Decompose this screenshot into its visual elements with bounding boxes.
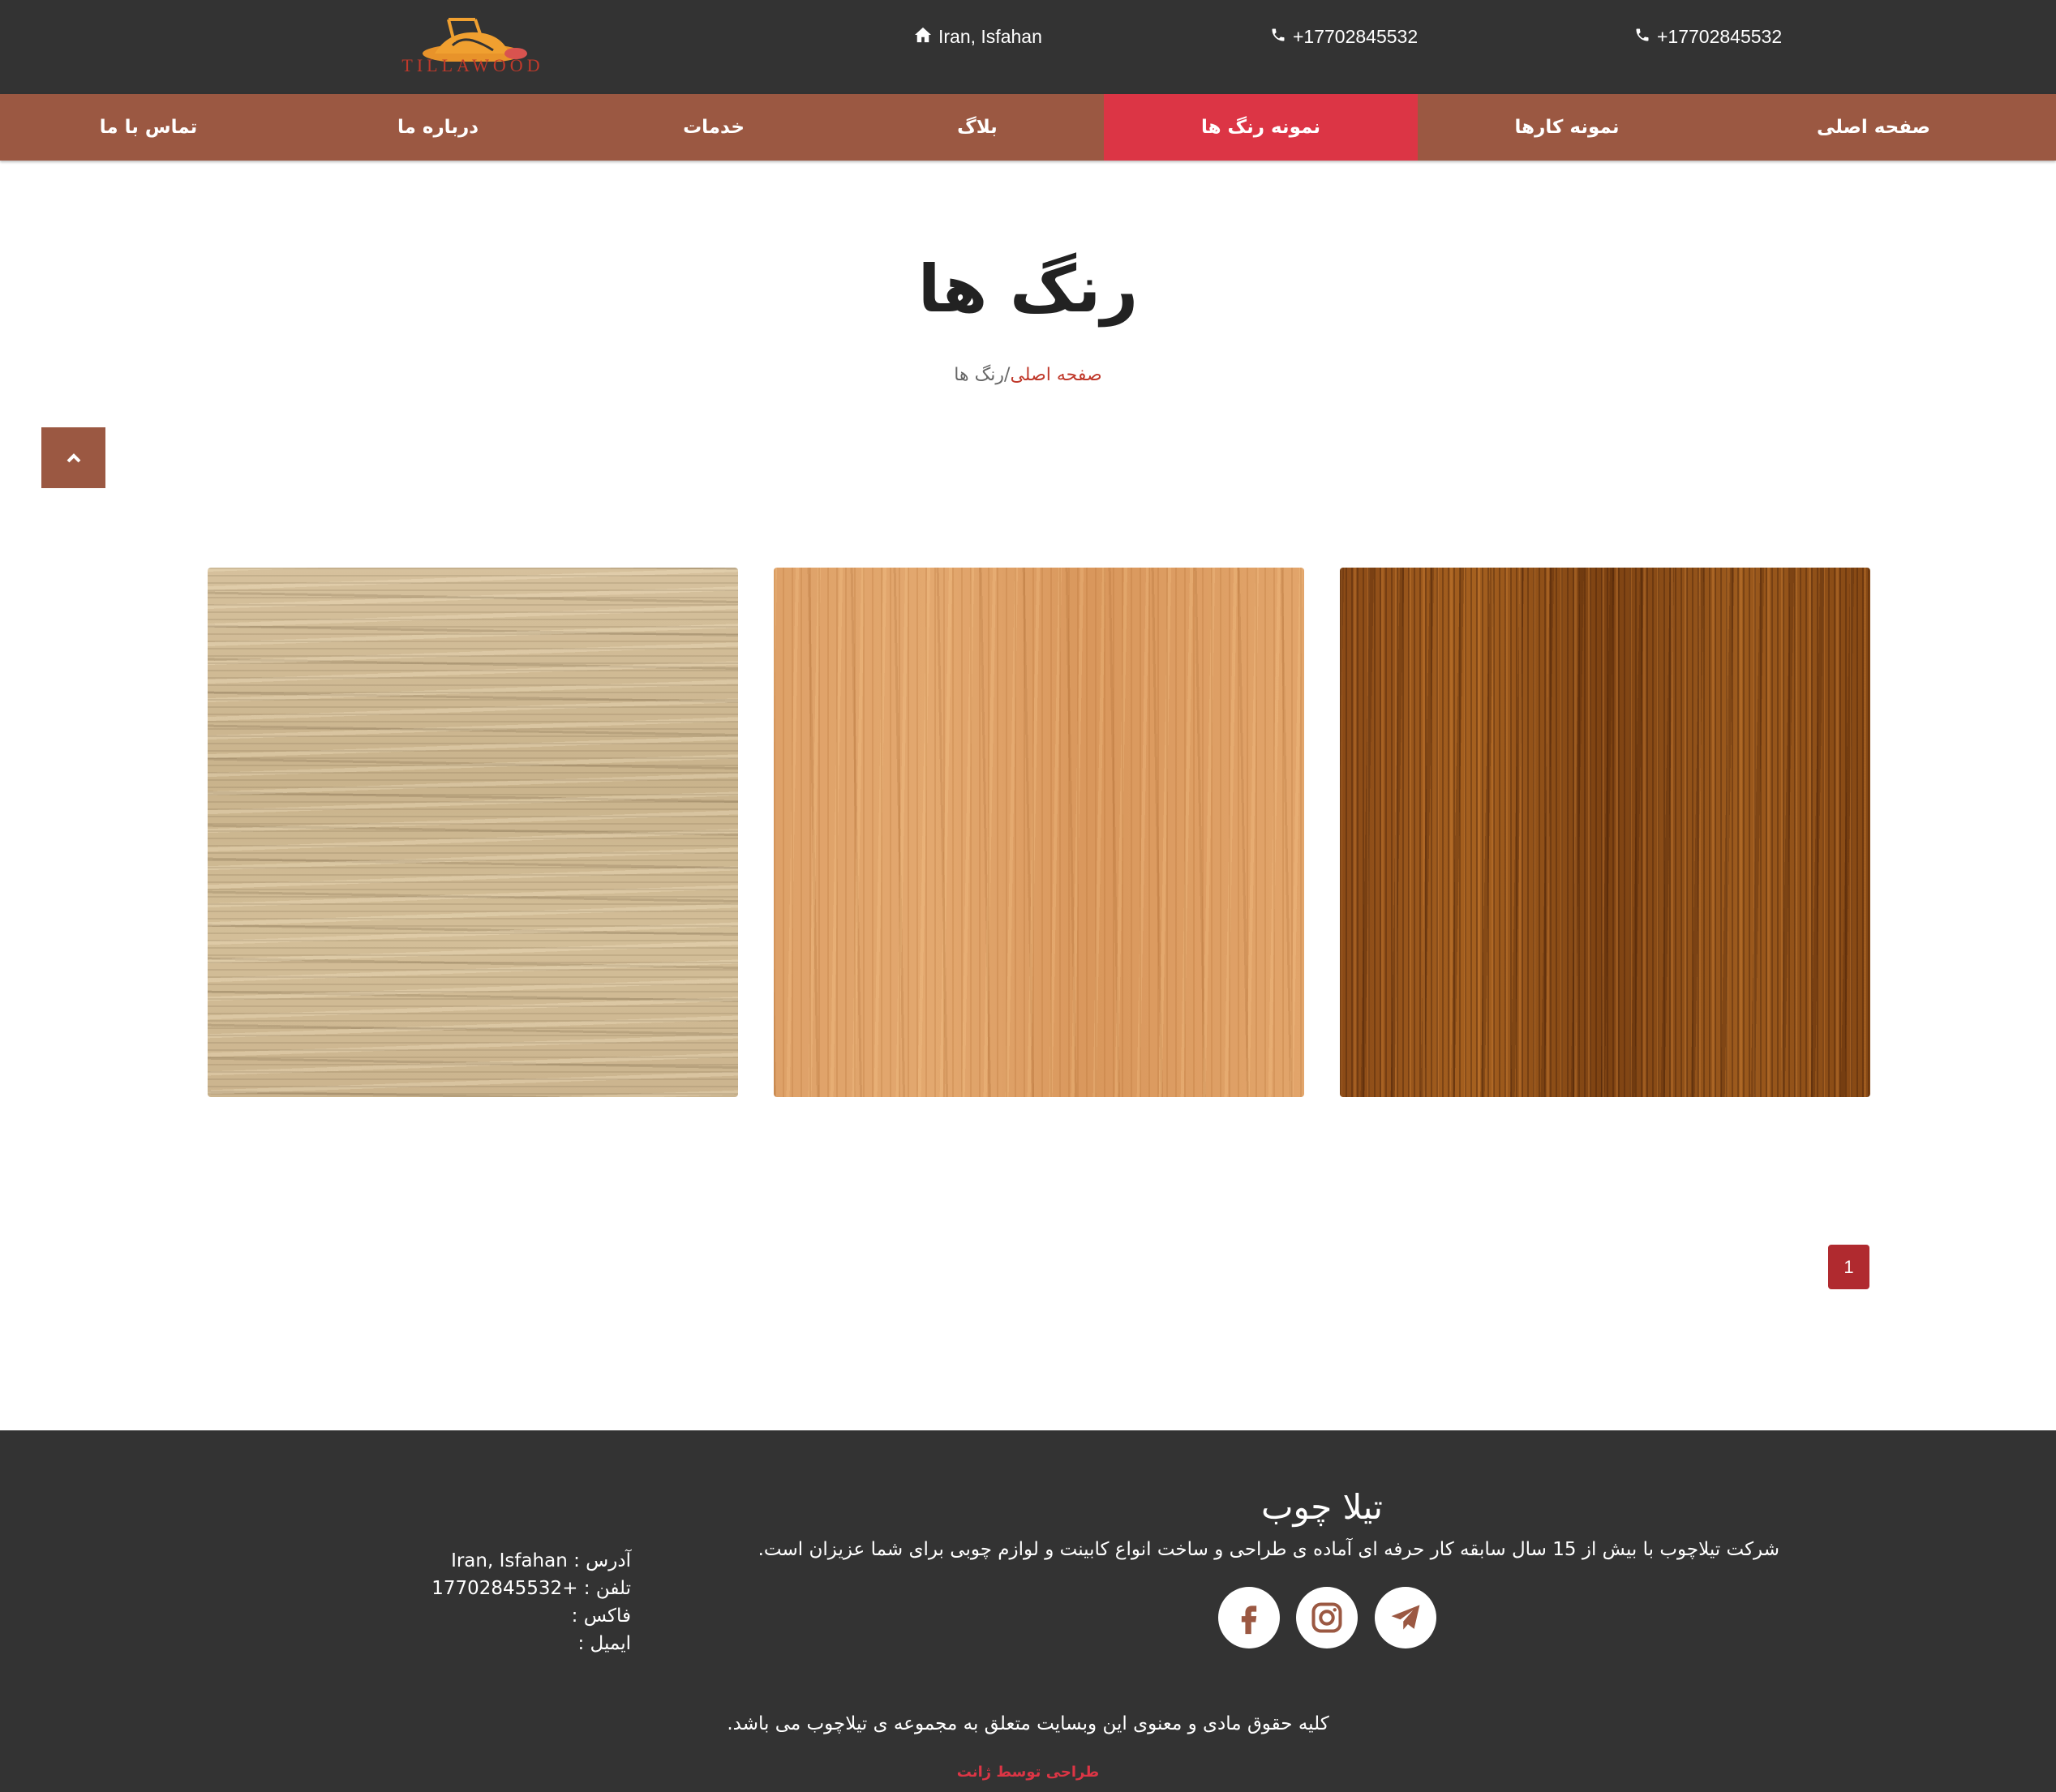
header-phone-1-text: +17702845532 [1293, 26, 1419, 47]
nav-item-services[interactable]: خدمات [649, 94, 779, 161]
facebook-icon [1241, 1606, 1257, 1635]
scroll-to-top-button[interactable] [41, 427, 105, 488]
phone-icon [1270, 27, 1286, 48]
logo-text: TILLAWOOD [401, 55, 544, 75]
instagram-icon [1311, 1602, 1342, 1633]
home-icon [914, 27, 932, 48]
top-bar: TILLAWOOD Iran, Isfahan +17702845532 +17… [0, 0, 2056, 94]
header-address-text: Iran, Isfahan [938, 26, 1042, 47]
footer-copyright: کلیه حقوق مادی و معنوی این وبسایت متعلق … [727, 1713, 1329, 1734]
footer-email: ایمیل : [577, 1633, 631, 1654]
nav-item-home[interactable]: صفحه اصلی [1776, 94, 1971, 161]
telegram-link[interactable] [1375, 1587, 1436, 1648]
logo-graphic [423, 18, 527, 63]
nav-item-about[interactable]: درباره ما [357, 94, 519, 161]
header-phone-2[interactable]: +17702845532 [1634, 26, 1782, 48]
nav-item-contact[interactable]: تماس با ما [67, 94, 230, 161]
nav-item-portfolio[interactable]: نمونه کارها [1470, 94, 1664, 161]
site-logo[interactable]: TILLAWOOD [371, 13, 574, 76]
footer-address: آدرس : Iran, Isfahan [451, 1550, 631, 1571]
breadcrumb-home-link[interactable]: صفحه اصلی [1010, 365, 1101, 385]
nav-item-color-samples[interactable]: نمونه رنگ ها [1104, 94, 1418, 161]
phone-icon [1634, 27, 1650, 48]
header-phone-1[interactable]: +17702845532 [1270, 26, 1418, 48]
footer-description: شرکت تیلاچوب با بیش از 15 سال سابقه کار … [758, 1539, 1779, 1560]
color-swatch-walnut[interactable] [1340, 568, 1870, 1097]
nav-item-blog[interactable]: بلاگ [912, 94, 1042, 161]
header-address: Iran, Isfahan [914, 26, 1042, 48]
breadcrumb: صفحه اصلی/رنگ ها [0, 365, 2056, 385]
footer-designer-link[interactable]: طراحی توسط ژانت [0, 1764, 2056, 1781]
page-title: رنگ ها [917, 251, 1139, 327]
color-swatch-light-oak[interactable] [208, 568, 738, 1097]
footer-contact-info: آدرس : Iran, Isfahan تلفن : +17702845532… [431, 1547, 631, 1657]
breadcrumb-current: رنگ ها [954, 365, 1005, 385]
main-nav: صفحه اصلی نمونه کارها نمونه رنگ ها بلاگ … [0, 94, 2056, 161]
site-footer: تیلا چوب شرکت تیلاچوب با بیش از 15 سال س… [0, 1430, 2056, 1792]
chevron-up-icon [67, 452, 80, 462]
footer-title: تیلا چوب [1261, 1487, 1383, 1527]
pagination-page-1[interactable]: 1 [1828, 1245, 1869, 1289]
color-swatch-honey-wood[interactable] [774, 568, 1304, 1097]
instagram-link[interactable] [1296, 1587, 1358, 1648]
facebook-link[interactable] [1218, 1587, 1280, 1648]
header-phone-2-text: +17702845532 [1657, 26, 1783, 47]
footer-fax: فاکس : [571, 1606, 631, 1627]
telegram-icon [1391, 1605, 1420, 1630]
footer-phone: تلفن : +17702845532 [431, 1578, 631, 1599]
